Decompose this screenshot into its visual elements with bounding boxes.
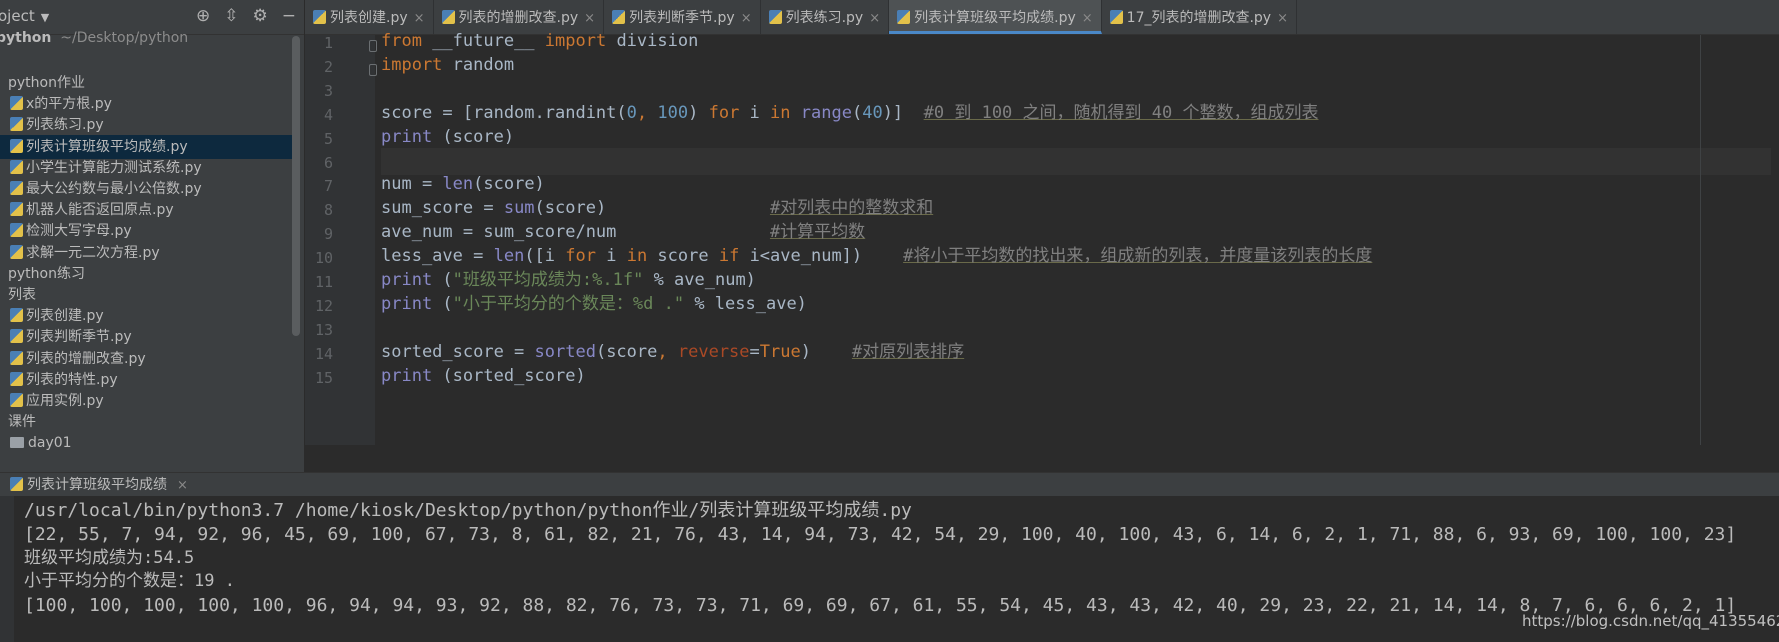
tree-item-label: 检测大写字母.py — [26, 223, 132, 240]
python-file-icon — [1109, 10, 1123, 24]
code-line[interactable]: print (sorted_score) — [381, 363, 1771, 390]
fold-marker-icon[interactable] — [369, 40, 377, 52]
python-file-icon — [10, 223, 23, 238]
line-number: 6 — [323, 153, 333, 172]
root-path: ~/Desktop/python — [60, 30, 189, 46]
watermark: https://blog.csdn.net/qq_41355462 — [1522, 612, 1779, 630]
console-output-line: [22, 55, 7, 94, 92, 96, 45, 69, 100, 67,… — [24, 523, 1737, 545]
project-view-label: oject — [0, 7, 35, 25]
tree-item-label: 课件 — [8, 414, 36, 431]
line-number: 1 — [323, 34, 333, 52]
tree-root[interactable]: python ~/Desktop/python — [0, 26, 296, 50]
gear-icon[interactable]: ⚙ — [253, 6, 268, 26]
code-area[interactable]: from __future__ import division import ra… — [381, 31, 1771, 445]
editor-tab-label: 列表判断季节.py — [629, 10, 735, 26]
line-number: 4 — [323, 105, 333, 124]
python-file-icon — [897, 10, 911, 24]
python-file-icon — [10, 477, 23, 491]
python-file-icon — [10, 138, 23, 153]
line-number: 9 — [323, 225, 333, 244]
tree-item-label: 列表判断季节.py — [26, 329, 132, 346]
python-file-icon — [10, 244, 23, 259]
line-number: 5 — [323, 129, 333, 148]
close-icon[interactable]: × — [869, 11, 880, 26]
locate-icon[interactable]: ⊕ — [196, 6, 210, 26]
editor-tab-label: 列表计算班级平均成绩.py — [914, 10, 1076, 26]
console-gutter — [0, 496, 14, 642]
editor-tab-label: 列表创建.py — [330, 10, 408, 26]
folder-icon — [10, 437, 24, 449]
tree-item-label: 列表计算班级平均成绩.py — [26, 138, 188, 155]
line-number: 2 — [323, 57, 333, 76]
right-margin-guide — [1700, 35, 1701, 445]
close-icon[interactable]: × — [584, 11, 595, 26]
tree-item[interactable]: day01 — [0, 431, 300, 455]
line-number: 11 — [314, 273, 333, 291]
python-file-icon — [10, 393, 23, 407]
tree-item-label: python作业 — [8, 75, 85, 91]
python-file-icon — [313, 10, 326, 24]
tree-item-label: 列表 — [8, 287, 36, 303]
tree-item-label: day01 — [28, 435, 72, 452]
close-icon[interactable]: × — [1082, 11, 1093, 26]
line-number: 10 — [314, 249, 333, 268]
python-file-icon — [10, 371, 23, 386]
sidebar-scrollbar[interactable] — [292, 36, 300, 336]
code-editor[interactable]: 1 2 3 4 5 6 7 8 9 10 11 12 13 14 15 from __future__ im… — [305, 31, 1779, 445]
tree-item-label: x的平方根.py — [26, 96, 112, 113]
python-file-icon — [768, 10, 782, 24]
run-panel-header: 列表计算班级平均成绩 × — [0, 472, 1779, 497]
console-output-line: [100, 100, 100, 100, 100, 96, 94, 94, 93… — [24, 595, 1737, 617]
line-number: 8 — [323, 201, 333, 220]
fold-marker-icon[interactable] — [369, 63, 377, 76]
line-number: 14 — [314, 344, 333, 363]
chevron-down-icon: ▼ — [40, 11, 50, 24]
editor-tab-label: 列表练习.py — [785, 10, 864, 26]
editor-tab-label: 17_列表的增删改查.py — [1126, 10, 1272, 26]
python-file-icon — [10, 350, 23, 365]
close-icon[interactable]: × — [741, 11, 752, 26]
run-tab[interactable]: 列表计算班级平均成绩 × — [10, 473, 188, 498]
tree-item-label: python练习 — [8, 265, 85, 282]
tree-item-label: 应用实例.py — [26, 393, 104, 409]
python-file-icon — [10, 159, 23, 174]
line-number: 12 — [314, 296, 333, 315]
editor-tab-label: 列表的增删改查.py — [458, 10, 579, 26]
python-file-icon — [10, 117, 23, 132]
tree-item-label: 求解一元二次方程.py — [26, 244, 160, 261]
hide-panel-icon[interactable]: − — [282, 6, 296, 26]
tree-item-label: 列表练习.py — [26, 117, 104, 134]
line-number: 3 — [323, 81, 333, 100]
run-tab-label: 列表计算班级平均成绩 — [27, 477, 167, 493]
tree-item-label: 列表创建.py — [26, 308, 104, 325]
tree-item-label: 机器人能否返回原点.py — [26, 202, 174, 219]
close-icon[interactable]: × — [1277, 11, 1288, 26]
close-icon[interactable]: × — [414, 11, 425, 26]
tree-item-label: 最大公约数与最小公倍数.py — [26, 181, 202, 197]
project-sidebar: oject ▼ ⊕ ⇳ ⚙ − python ~/Desktop/python p… — [0, 0, 305, 472]
python-file-icon — [10, 181, 23, 195]
project-view-selector[interactable]: oject ▼ — [0, 7, 49, 25]
close-icon[interactable]: × — [177, 478, 188, 493]
python-file-icon — [10, 329, 23, 344]
tree-item-label: 列表的特性.py — [26, 371, 118, 388]
tree-item-label: 列表的增删改查.py — [26, 350, 146, 367]
line-number: 15 — [314, 368, 333, 387]
python-file-icon — [612, 10, 626, 24]
python-file-icon — [10, 202, 23, 217]
root-name: python — [0, 30, 52, 46]
python-file-icon — [10, 96, 23, 111]
collapse-all-icon[interactable]: ⇳ — [224, 6, 238, 26]
line-number: 13 — [314, 320, 333, 339]
python-file-icon — [10, 308, 23, 323]
tree-item-label: 小学生计算能力测试系统.py — [26, 159, 202, 176]
python-file-icon — [441, 10, 455, 24]
line-number: 7 — [323, 177, 333, 196]
run-console[interactable]: /usr/local/bin/python3.7 /home/kiosk/Des… — [0, 496, 1779, 642]
line-number-gutter: 1 2 3 4 5 6 7 8 9 10 11 12 13 14 15 — [305, 34, 377, 445]
